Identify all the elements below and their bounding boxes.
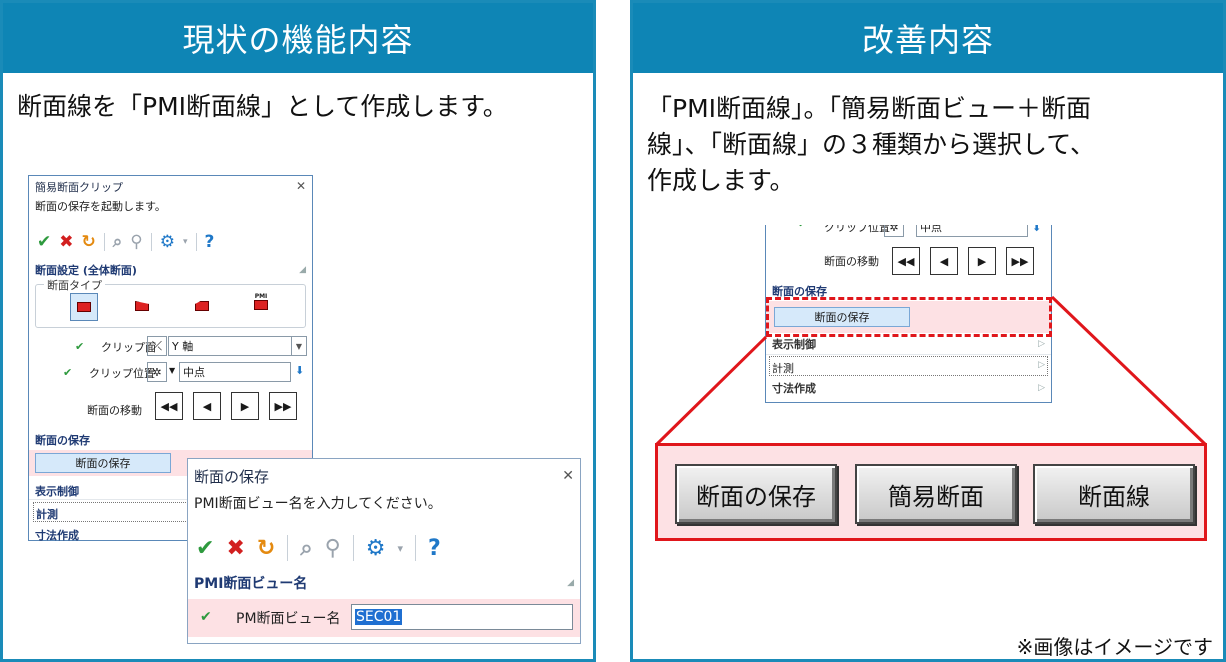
zoom-icon[interactable]: ⌕ bbox=[300, 536, 312, 561]
simple-section-option-button[interactable]: 簡易断面 bbox=[855, 464, 1017, 524]
section-line-option-button[interactable]: 断面線 bbox=[1033, 464, 1195, 524]
first-button[interactable]: ◀◀ bbox=[155, 392, 183, 420]
section-type-full-button[interactable] bbox=[70, 293, 98, 321]
current-feature-panel: 現状の機能内容 断面線を「PMI断面線」として作成します。 簡易断面クリップ ✕… bbox=[0, 0, 596, 662]
collapse-icon[interactable]: ◢ bbox=[299, 265, 306, 275]
left-icon: ◀ bbox=[202, 399, 212, 413]
toolbar-divider bbox=[352, 535, 354, 561]
help-icon[interactable]: ? bbox=[428, 536, 441, 561]
plane-select-icon[interactable]: ⤫ bbox=[147, 336, 167, 356]
save-section-label: 断面の保存 bbox=[35, 434, 90, 447]
check-icon: ✔ bbox=[75, 340, 85, 353]
clip-position-field[interactable]: 中点 bbox=[179, 362, 291, 382]
chevron-down-icon[interactable]: ▾ bbox=[398, 542, 404, 555]
help-icon[interactable]: ? bbox=[205, 232, 215, 252]
zoom-icon[interactable]: ⌕ bbox=[113, 232, 123, 252]
clip-plane-row: ✔ クリップ面 ⤫ Y 軸 ▼ bbox=[29, 336, 312, 362]
collapse-icon[interactable]: ◢ bbox=[567, 578, 574, 588]
close-icon[interactable]: ✕ bbox=[296, 179, 306, 193]
section-move-row: 断面の移動 ◀◀ ◀ ▶ ▶▶ bbox=[29, 388, 312, 428]
chevron-down-icon[interactable]: ▼ bbox=[291, 336, 307, 356]
pmi-view-name-value: SEC01 bbox=[355, 609, 403, 625]
last-button[interactable]: ▶▶ bbox=[269, 392, 297, 420]
section-type-group: 断面タイプ PMI bbox=[35, 277, 306, 328]
pmi-view-name-section-label: PMI断面ビュー名 bbox=[194, 576, 308, 592]
pmi-icon-label: PMI bbox=[254, 293, 268, 300]
double-right-icon: ▶▶ bbox=[274, 399, 292, 413]
arrow-down-icon[interactable]: ⬇ bbox=[295, 364, 304, 377]
next-button[interactable]: ▶ bbox=[231, 392, 259, 420]
section-type-box-button[interactable] bbox=[192, 297, 212, 315]
double-left-icon: ◀◀ bbox=[160, 399, 178, 413]
pmi-view-name-row: ✔ PM断面ビュー名 SEC01 bbox=[188, 599, 580, 637]
save-section-option-button[interactable]: 断面の保存 bbox=[675, 464, 837, 524]
clip-position-value: 中点 bbox=[183, 366, 205, 379]
gear-icon[interactable]: ⚙ bbox=[160, 232, 175, 252]
save-dialog-title: 断面の保存 bbox=[194, 467, 270, 486]
current-feature-description: 断面線を「PMI断面線」として作成します。 bbox=[17, 92, 508, 121]
refresh-icon[interactable]: ↻ bbox=[257, 536, 275, 561]
section-settings-label: 断面設定 (全体断面) bbox=[35, 264, 137, 277]
section-move-label: 断面の移動 bbox=[87, 404, 142, 417]
clip-plane-value: Y 軸 bbox=[172, 340, 194, 353]
refresh-icon[interactable]: ↻ bbox=[82, 232, 96, 252]
section-type-half-button[interactable] bbox=[132, 297, 152, 315]
box-section-icon bbox=[195, 301, 209, 311]
save-dialog-prompt: PMI断面ビュー名を入力してください。 bbox=[194, 496, 442, 512]
toolbar-divider bbox=[287, 535, 289, 561]
pmi-view-name-header[interactable]: PMI断面ビュー名 ◢ bbox=[188, 571, 580, 595]
clip-position-row: ✔ クリップ位置 ✲ ▼ 中点 ⬇ bbox=[29, 362, 312, 388]
current-feature-header: 現状の機能内容 bbox=[3, 3, 593, 73]
save-section-dialog: 断面の保存 ✕ PMI断面ビュー名を入力してください。 ✔ ✖ ↻ ⌕ ⚲ ⚙ … bbox=[187, 458, 581, 644]
clip-position-label: クリップ位置 bbox=[89, 367, 155, 380]
close-icon[interactable]: ✕ bbox=[562, 468, 574, 484]
save-toolbar: ✔ ✖ ↻ ⌕ ⚲ ⚙ ▾ ? bbox=[188, 525, 580, 571]
clip-plane-field[interactable]: Y 軸 bbox=[168, 336, 292, 356]
save-section-header[interactable]: 断面の保存 bbox=[29, 428, 312, 450]
prev-button[interactable]: ◀ bbox=[193, 392, 221, 420]
gear-icon[interactable]: ⚙ bbox=[366, 536, 386, 561]
check-icon: ✔ bbox=[200, 609, 212, 625]
section-type-label: 断面タイプ bbox=[44, 277, 105, 293]
right-connector-line bbox=[1050, 295, 1207, 446]
section-type-pmi-button[interactable]: PMI bbox=[250, 293, 272, 319]
chevron-down-icon[interactable]: ▼ bbox=[169, 366, 175, 375]
point-select-icon[interactable]: ✲ bbox=[147, 362, 167, 382]
check-icon[interactable]: ✔ bbox=[196, 536, 214, 561]
check-icon[interactable]: ✔ bbox=[37, 232, 51, 252]
toolbar-divider bbox=[195, 233, 197, 251]
cancel-icon[interactable]: ✖ bbox=[59, 232, 73, 252]
clip-dialog-prompt: 断面の保存を起動します。 bbox=[35, 200, 166, 213]
callout-connector-lines bbox=[655, 295, 1207, 446]
right-icon: ▶ bbox=[240, 399, 250, 413]
pmi-view-name-label: PM断面ビュー名 bbox=[236, 611, 341, 627]
left-connector-line bbox=[655, 335, 768, 446]
pmi-view-name-input[interactable]: SEC01 bbox=[351, 604, 573, 630]
toolbar-divider bbox=[103, 233, 105, 251]
toolbar-divider bbox=[150, 233, 152, 251]
pick-icon[interactable]: ⚲ bbox=[130, 232, 142, 252]
image-note: ※画像はイメージです bbox=[1016, 635, 1213, 659]
pmi-section-icon bbox=[254, 300, 268, 310]
chevron-down-icon[interactable]: ▾ bbox=[183, 237, 188, 247]
pick-icon[interactable]: ⚲ bbox=[325, 536, 341, 561]
improvement-panel: 改善内容 「PMI断面線」。「簡易断面ビュー＋断面 線」、「断面線」の３種類から… bbox=[630, 0, 1226, 662]
full-section-icon bbox=[77, 302, 91, 312]
toolbar-divider bbox=[415, 535, 417, 561]
clip-dialog-title: 簡易断面クリップ bbox=[35, 181, 123, 194]
clip-toolbar: ✔ ✖ ↻ ⌕ ⚲ ⚙ ▾ ? bbox=[29, 224, 312, 260]
half-section-icon bbox=[135, 301, 149, 311]
cancel-icon[interactable]: ✖ bbox=[226, 536, 244, 561]
check-icon: ✔ bbox=[63, 366, 73, 379]
save-section-button[interactable]: 断面の保存 bbox=[35, 453, 171, 473]
